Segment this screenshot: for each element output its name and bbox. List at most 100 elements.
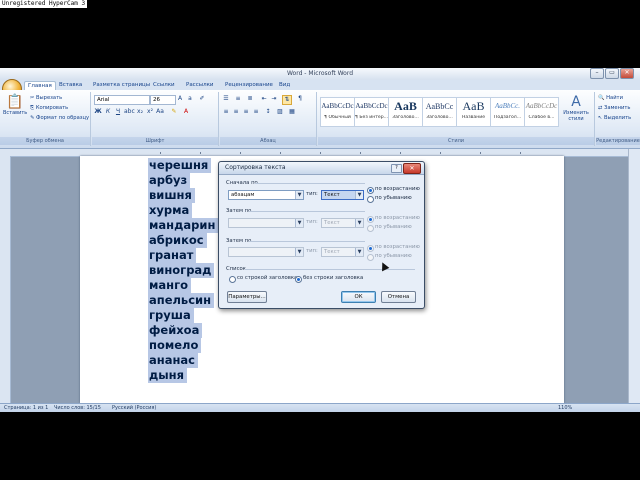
clear-format-icon[interactable]: ✐: [198, 95, 206, 103]
bold-icon[interactable]: Ж: [94, 108, 102, 116]
then-asc-radio[interactable]: [367, 216, 374, 223]
first-type-select[interactable]: Текст ▼: [321, 190, 364, 200]
document-line[interactable]: вишня: [148, 188, 195, 203]
document-line[interactable]: абрикос: [148, 233, 207, 248]
document-line[interactable]: апельсин: [148, 293, 215, 308]
vertical-scrollbar[interactable]: [628, 149, 640, 403]
cancel-button[interactable]: Отмена: [381, 291, 416, 303]
highlight-icon[interactable]: ✎: [170, 108, 178, 116]
tab-page-layout[interactable]: Разметка страницы: [90, 81, 153, 90]
first-by-value: абзацам: [231, 192, 255, 198]
sort-icon[interactable]: ⇅: [282, 95, 292, 105]
then2-asc-radio[interactable]: [367, 245, 374, 252]
bullets-icon[interactable]: ☰: [222, 95, 230, 103]
font-name-select[interactable]: Arial: [94, 95, 150, 105]
document-line[interactable]: манго: [148, 278, 192, 293]
justify-icon[interactable]: ≡: [252, 108, 260, 116]
tab-mailings[interactable]: Рассылки: [183, 81, 217, 90]
shading-icon[interactable]: ▨: [276, 108, 284, 116]
tab-view[interactable]: Вид: [276, 81, 293, 90]
document-line[interactable]: ананас: [148, 353, 198, 368]
maximize-button[interactable]: ▭: [605, 68, 619, 79]
then2-type-select[interactable]: Текст ▼: [321, 247, 364, 257]
paragraph-group: ☰ ≡ ≣ ⇤ ⇥ ⇅ ¶ ≡ ≡ ≡ ≡ ↕ ▨ ▦ Абзац: [220, 92, 317, 146]
select-button[interactable]: ↖ Выделить: [598, 115, 631, 121]
style-normal[interactable]: AaBbCcDc ¶ Обычный: [320, 97, 355, 127]
styles-group-label: Стили: [318, 137, 594, 145]
document-line[interactable]: хурма: [148, 203, 193, 218]
status-language[interactable]: Русский (Россия): [112, 404, 156, 412]
close-button[interactable]: ✕: [620, 68, 634, 79]
multilevel-list-icon[interactable]: ≣: [246, 95, 254, 103]
chevron-down-icon: ▼: [355, 219, 363, 227]
format-painter-button[interactable]: ✎ Формат по образцу: [30, 115, 89, 121]
tab-references[interactable]: Ссылки: [150, 81, 178, 90]
decrease-indent-icon[interactable]: ⇤: [260, 95, 268, 103]
strikethrough-icon[interactable]: abc: [124, 108, 135, 116]
style-no-spacing[interactable]: AaBbCcDc ¶ Без интер...: [354, 97, 389, 127]
chevron-down-icon: ▼: [355, 248, 363, 256]
shrink-font-icon[interactable]: a: [186, 95, 194, 103]
help-button[interactable]: ?: [391, 164, 402, 173]
numbering-icon[interactable]: ≡: [234, 95, 242, 103]
then2-type-value: Текст: [324, 249, 340, 255]
first-asc-radio[interactable]: [367, 187, 374, 194]
first-by-select[interactable]: абзацам ▼: [228, 190, 304, 200]
document-line[interactable]: черешня: [148, 158, 212, 173]
align-left-icon[interactable]: ≡: [222, 108, 230, 116]
cut-button[interactable]: ✂ Вырезать: [30, 95, 62, 101]
minimize-button[interactable]: –: [590, 68, 604, 79]
then-by-select[interactable]: ▼: [228, 218, 304, 228]
then-desc-radio[interactable]: [367, 225, 374, 232]
style-heading-1[interactable]: AaB Заголово...: [388, 97, 423, 127]
superscript-icon[interactable]: x²: [146, 108, 154, 116]
italic-icon[interactable]: К: [104, 108, 112, 116]
document-line[interactable]: дыня: [148, 368, 188, 383]
borders-icon[interactable]: ▦: [288, 108, 296, 116]
then2-desc-radio[interactable]: [367, 254, 374, 261]
style-sample: AaBbCcDc: [321, 102, 354, 110]
without-header-radio[interactable]: [295, 276, 302, 283]
replace-button[interactable]: ⇄ Заменить: [598, 105, 630, 111]
underline-icon[interactable]: Ч: [114, 108, 122, 116]
style-subtle-emphasis[interactable]: AaBbCcDc Слабое в...: [524, 97, 559, 127]
document-line[interactable]: мандарин: [148, 218, 219, 233]
status-page[interactable]: Страница: 1 из 1: [4, 404, 48, 412]
with-header-radio[interactable]: [229, 276, 236, 283]
line-spacing-icon[interactable]: ↕: [264, 108, 272, 116]
font-size-select[interactable]: 26: [150, 95, 176, 105]
show-marks-icon[interactable]: ¶: [296, 95, 304, 103]
document-line[interactable]: арбуз: [148, 173, 191, 188]
status-words[interactable]: Число слов: 15/15: [54, 404, 101, 412]
subscript-icon[interactable]: x₂: [136, 108, 144, 116]
tab-review[interactable]: Рецензирование: [222, 81, 276, 90]
change-case-icon[interactable]: Aa: [156, 108, 164, 116]
paste-button[interactable]: 📋 Вставить: [3, 94, 27, 116]
ok-button[interactable]: ОК: [341, 291, 376, 303]
ribbon-tab-strip: Главная Вставка Разметка страницы Ссылки…: [0, 80, 640, 91]
vertical-ruler[interactable]: [0, 156, 11, 403]
status-zoom[interactable]: 110%: [558, 404, 572, 412]
find-button[interactable]: 🔍 Найти: [598, 95, 623, 101]
document-line[interactable]: фейхоа: [148, 323, 203, 338]
style-title[interactable]: AaB Название: [456, 97, 491, 127]
tab-insert[interactable]: Вставка: [56, 81, 85, 90]
style-subtitle[interactable]: AaBbCc. Подзагол...: [490, 97, 525, 127]
increase-indent-icon[interactable]: ⇥: [270, 95, 278, 103]
grow-font-icon[interactable]: A: [176, 95, 184, 103]
then-by2-select[interactable]: ▼: [228, 247, 304, 257]
font-color-icon[interactable]: A: [182, 108, 190, 116]
style-heading-2[interactable]: AaBbCc Заголово...: [422, 97, 457, 127]
first-desc-radio[interactable]: [367, 196, 374, 203]
copy-button[interactable]: ⎘ Копировать: [30, 105, 68, 112]
change-styles-button[interactable]: A Изменить стили: [560, 94, 592, 122]
align-right-icon[interactable]: ≡: [242, 108, 250, 116]
options-button[interactable]: Параметры...: [227, 291, 267, 303]
then-type-select[interactable]: Текст ▼: [321, 218, 364, 228]
align-center-icon[interactable]: ≡: [232, 108, 240, 116]
dialog-close-button[interactable]: ✕: [403, 163, 421, 174]
document-line[interactable]: гранат: [148, 248, 197, 263]
document-line[interactable]: виноград: [148, 263, 215, 278]
document-line[interactable]: груша: [148, 308, 194, 323]
document-line[interactable]: помело: [148, 338, 202, 353]
